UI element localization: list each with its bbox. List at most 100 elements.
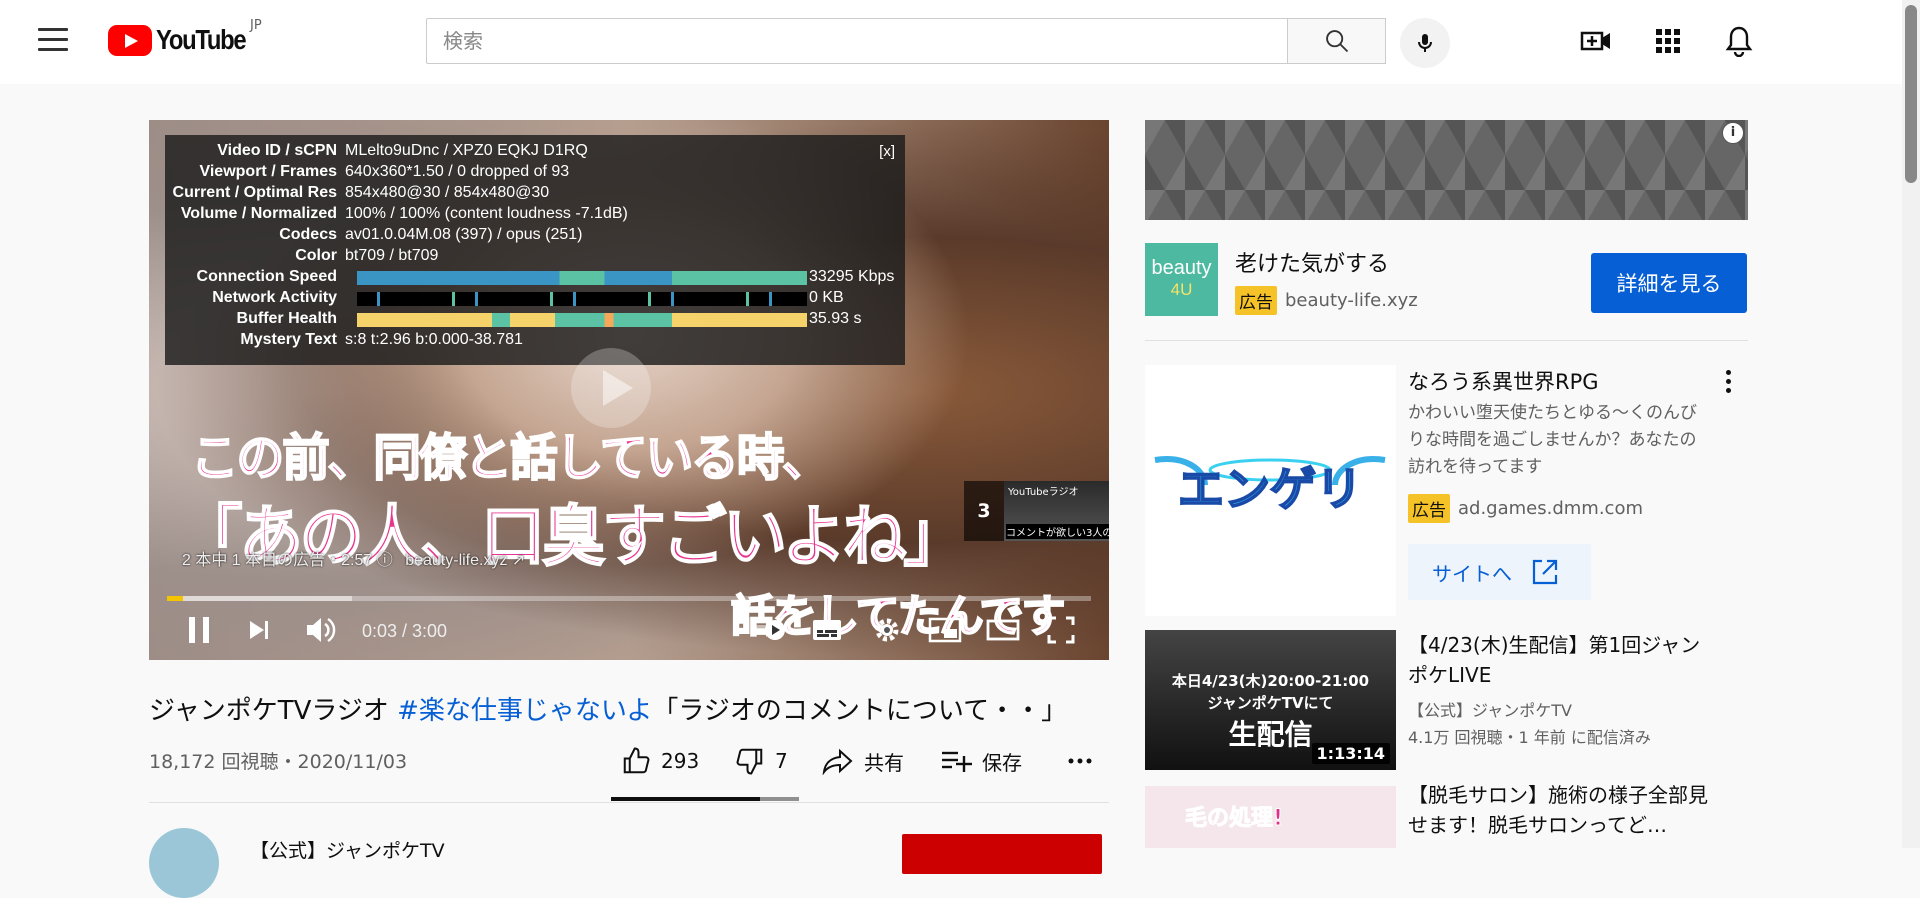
gear-icon xyxy=(875,618,899,642)
related-video-title[interactable]: 【脱毛サロン】施術の様子全部見せます！脱毛サロンってど… xyxy=(1408,780,1708,840)
stat-value: 100% / 100% (content loudness -7.1dB) xyxy=(345,205,628,222)
progress-bar[interactable] xyxy=(167,596,1091,601)
pause-icon xyxy=(189,617,209,643)
video-player[interactable]: [x] Video ID / sCPN MLelto9uDnc / XPZ0 EQ… xyxy=(149,120,1109,660)
video-title-prefix: ジャンポケTVラジオ xyxy=(149,696,398,726)
game-logo-text: エンゲリ xyxy=(1178,462,1362,516)
theater-mode-button[interactable] xyxy=(981,610,1025,650)
subscribe-button[interactable] xyxy=(902,834,1102,874)
stat-label: Network Activity xyxy=(212,289,337,306)
ad-info-bar: 2 本中 1 本目の広告・2:57 ⓘ beauty-life.xyz ↗ xyxy=(182,546,525,570)
more-horizontal-icon xyxy=(1068,758,1092,764)
ad-badge: 広告 xyxy=(1408,494,1450,523)
ad-title[interactable]: 老けた気がする xyxy=(1235,246,1389,278)
learn-more-button[interactable]: 詳細を見る xyxy=(1591,253,1747,313)
ad-domain-link[interactable]: beauty-life.xyz xyxy=(405,552,507,569)
buffered-bar xyxy=(167,596,352,601)
share-icon xyxy=(822,748,853,775)
next-button[interactable] xyxy=(239,610,279,650)
create-video-button[interactable] xyxy=(1576,21,1616,61)
ad-logo-text: beauty xyxy=(1151,257,1212,279)
ad-logo[interactable]: beauty 4U xyxy=(1145,243,1218,316)
video-view-meta: 18,172 回視聴・2020/11/03 xyxy=(149,751,408,773)
endscreen-card[interactable]: 3 YouTubeラジオ コメントが欲しい3人の話 xyxy=(964,481,1109,541)
thumbs-up-icon xyxy=(623,747,650,774)
search-button[interactable] xyxy=(1288,18,1386,64)
ad-title[interactable]: なろう系異世界RPG xyxy=(1408,366,1599,396)
notifications-button[interactable] xyxy=(1719,21,1759,61)
stat-value: s:8 t:2.96 b:0.000-38.781 xyxy=(345,331,523,348)
stats-close-button[interactable]: [x] xyxy=(879,143,895,160)
search-input[interactable] xyxy=(427,19,1319,63)
buffer-health-graph xyxy=(357,313,807,327)
youtube-logo[interactable]: YouTube xyxy=(108,24,261,56)
game-ad-image[interactable]: エンゲリ xyxy=(1145,365,1396,616)
ad-domain: ad.games.dmm.com xyxy=(1458,498,1644,519)
miniplayer-icon xyxy=(928,617,962,643)
endcard-count: 3 xyxy=(964,481,1004,541)
pause-button[interactable] xyxy=(179,610,219,650)
stat-label: Buffer Health xyxy=(236,310,337,327)
share-button[interactable]: 共有 xyxy=(822,745,904,777)
subtitles-icon xyxy=(813,620,841,640)
divider xyxy=(1145,340,1748,341)
playlist-add-icon xyxy=(942,751,972,772)
video-duration: 1:13:14 xyxy=(1311,743,1390,764)
stat-value: 640x360*1.50 / 0 dropped of 93 xyxy=(345,163,570,180)
save-button[interactable]: 保存 xyxy=(940,745,1022,777)
settings-button[interactable] xyxy=(865,610,909,650)
share-label: 共有 xyxy=(864,750,904,775)
video-thumbnail[interactable]: 本日4/23(木)20:00-21:00 ジャンポケTVにて 生配信 1:13:… xyxy=(1145,630,1396,770)
network-activity-value: 0 KB xyxy=(809,289,844,306)
ad-info-icon[interactable]: i xyxy=(1722,122,1744,144)
thumb-text-line1: 本日4/23(木)20:00-21:00 xyxy=(1171,672,1370,690)
banner-ad-image[interactable] xyxy=(1145,120,1748,220)
visit-site-button[interactable]: サイトへ xyxy=(1408,544,1591,600)
video-title-suffix: 「ラジオのコメントについて・・」 xyxy=(652,696,1068,726)
time-display: 0:03 / 3:00 xyxy=(362,621,448,641)
info-icon[interactable]: ⓘ xyxy=(377,552,393,569)
dislike-button[interactable]: 7 xyxy=(735,745,788,777)
menu-icon[interactable] xyxy=(38,28,68,52)
autoplay-toggle[interactable] xyxy=(749,610,789,650)
stat-value: av01.0.04M.08 (397) / opus (251) xyxy=(345,226,583,243)
masthead: YouTube JP xyxy=(0,0,1902,84)
external-link-icon xyxy=(1532,559,1558,585)
more-actions-button[interactable] xyxy=(1068,745,1102,777)
apps-button[interactable] xyxy=(1648,21,1688,61)
channel-name[interactable]: 【公式】ジャンポケTV xyxy=(250,836,445,863)
like-button[interactable]: 293 xyxy=(621,745,699,777)
search-icon xyxy=(1325,30,1348,53)
stat-value: MLelto9uDnc / XPZ0 EQKJ D1RQ xyxy=(345,142,588,159)
stats-for-nerds-panel: [x] Video ID / sCPN MLelto9uDnc / XPZ0 EQ… xyxy=(165,135,905,365)
voice-search-button[interactable] xyxy=(1400,18,1450,68)
miniplayer-button[interactable] xyxy=(923,610,967,650)
region-label: JP xyxy=(250,18,262,33)
scrollbar-thumb[interactable] xyxy=(1905,5,1917,183)
played-bar xyxy=(167,596,183,601)
connection-speed-graph xyxy=(357,271,807,285)
fullscreen-button[interactable] xyxy=(1039,610,1083,650)
stat-label: Video ID / sCPN xyxy=(217,142,337,159)
ad-badge-row: 広告 ad.games.dmm.com xyxy=(1408,494,1643,523)
stat-value: bt709 / bt709 xyxy=(345,247,439,264)
external-link-icon: ↗ xyxy=(511,552,526,569)
apps-icon xyxy=(1656,29,1680,53)
subtitles-button[interactable] xyxy=(805,610,849,650)
channel-avatar[interactable] xyxy=(149,828,219,898)
more-vert-icon[interactable] xyxy=(1722,370,1734,398)
mic-icon xyxy=(1418,34,1432,52)
video-title: ジャンポケTVラジオ #楽な仕事じゃないよ「ラジオのコメントについて・・」 xyxy=(149,690,1067,727)
related-video-title[interactable]: 【4/23(木)生配信】第1回ジャンポケLIVE xyxy=(1408,630,1708,690)
create-icon xyxy=(1580,31,1610,51)
mute-button[interactable] xyxy=(299,610,343,650)
volume-icon xyxy=(307,617,336,643)
video-thumbnail[interactable]: 毛の処理! xyxy=(1145,786,1396,848)
related-video-channel[interactable]: 【公式】ジャンポケTV xyxy=(1408,697,1572,721)
search-box[interactable] xyxy=(426,18,1319,64)
ad-badge-row: 広告 beauty-life.xyz xyxy=(1235,286,1418,315)
thumbs-down-icon xyxy=(736,748,763,775)
hashtag-link[interactable]: #楽な仕事じゃないよ xyxy=(397,696,652,726)
stat-label: Codecs xyxy=(279,226,337,243)
divider xyxy=(149,802,1109,803)
